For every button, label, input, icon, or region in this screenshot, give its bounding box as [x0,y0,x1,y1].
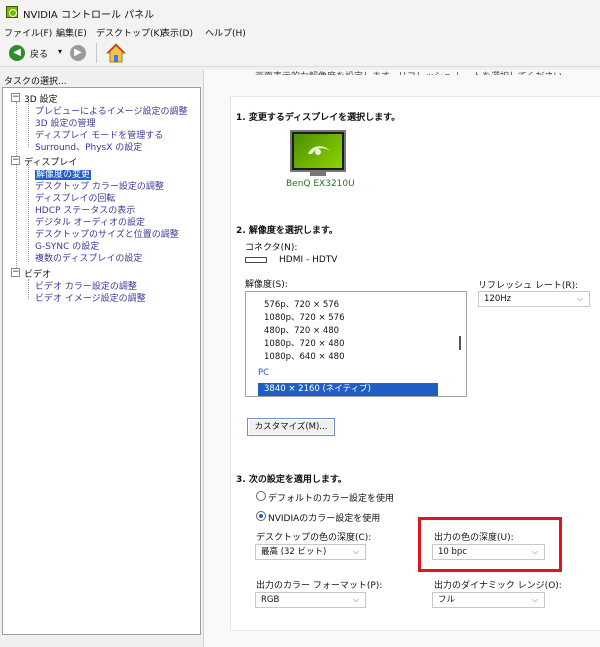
output-dynamic-range-value: フル [438,595,456,605]
tree-collapse-icon[interactable]: − [11,93,20,102]
back-history-dropdown-icon[interactable]: ▾ [58,47,62,56]
menu-edit[interactable]: 編集(E) [56,26,87,39]
desktop-color-depth-value: 最高 (32 ビット) [261,547,327,557]
menu-bar: ファイル(F) 編集(E) デスクトップ(K) 表示(D) ヘルプ(H) [0,24,600,40]
highlight-annotation-box [418,517,562,572]
resolution-option[interactable]: 1080p、640 × 480 [264,350,345,362]
section-3-title: 3. 次の設定を適用します。 [236,475,347,485]
home-icon[interactable] [105,42,127,64]
task-tree: − 3D 設定 プレビューによるイメージ設定の調整 3D 設定の管理 ディスプレ… [2,87,201,635]
task-select-heading: タスクの選択... [4,77,67,87]
resolution-option-selected[interactable]: 3840 × 2160 (ネイティブ) [258,383,438,396]
menu-view[interactable]: 表示(D) [161,26,193,39]
page-description: 画面表示的な解像度を設定します。リフレッシュ レートを選択してください [255,69,562,75]
resolution-list-scrollbar[interactable] [459,336,461,350]
output-dynamic-range-label: 出力のダイナミック レンジ(O): [434,581,562,591]
resolution-option[interactable]: 480p、720 × 480 [264,324,339,336]
radio-default-color[interactable] [256,491,266,501]
tree-guide-line [28,102,29,147]
desktop-color-depth-dropdown[interactable]: 最高 (32 ビット) ⌵ [255,544,366,560]
nvidia-app-icon [6,6,18,18]
forward-arrow-icon[interactable]: ▶ [70,45,86,61]
tree-guide-line [16,102,17,272]
tree-guide-line [28,165,29,262]
monitor-name[interactable]: BenQ EX3210U [286,179,355,189]
tree-item-surround-physx[interactable]: Surround、PhysX の設定 [35,140,142,153]
tree-collapse-icon[interactable]: − [11,156,20,165]
refresh-rate-dropdown[interactable]: 120Hz ⌵ [478,291,590,307]
radio-nvidia-color[interactable] [256,511,266,521]
radio-default-color-label[interactable]: デフォルトのカラー設定を使用 [268,491,394,504]
customize-button[interactable]: カスタマイズ(M)... [247,418,335,436]
menu-desktop[interactable]: デスクトップ(K) [96,26,163,39]
output-color-format-value: RGB [261,595,280,605]
resolution-option[interactable]: 1080p、720 × 576 [264,311,345,323]
nvidia-logo-icon [294,134,342,168]
output-color-format-dropdown[interactable]: RGB ⌵ [255,592,366,608]
resolution-option[interactable]: 576p、720 × 576 [264,298,339,310]
menu-file[interactable]: ファイル(F) [4,26,52,39]
tree-item-video-image[interactable]: ビデオ イメージ設定の調整 [35,291,146,304]
output-color-format-label: 出力のカラー フォーマット(P): [256,581,383,591]
window-title: NVIDIA コントロール パネル [23,10,155,21]
chevron-down-icon: ⌵ [352,595,359,604]
chevron-down-icon: ⌵ [352,547,359,556]
radio-nvidia-color-label[interactable]: NVIDIAのカラー設定を使用 [268,511,380,524]
connector-label: コネクタ(N): [245,243,298,253]
section-2-title: 2. 解像度を選択します。 [236,226,338,236]
toolbar [0,40,600,67]
refresh-rate-value: 120Hz [484,294,512,304]
tree-guide-line [28,279,29,299]
back-button-label[interactable]: 戻る [30,47,48,60]
chevron-down-icon: ⌵ [576,294,583,303]
resolution-option[interactable]: 1080p、720 × 480 [264,337,345,349]
back-arrow-icon[interactable]: ◀ [9,45,25,61]
resolution-group-pc: PC [258,368,270,378]
desktop-color-depth-label: デスクトップの色の深度(C): [256,533,372,543]
connector-value: HDMI - HDTV [279,255,338,265]
chevron-down-icon: ⌵ [531,595,538,604]
output-dynamic-range-dropdown[interactable]: フル ⌵ [432,592,545,608]
resolution-list[interactable]: 576p、720 × 576 1080p、720 × 576 480p、720 … [245,291,467,397]
tree-collapse-icon[interactable]: − [11,268,20,277]
monitor-stand [310,172,326,176]
tree-item-multiple-displays[interactable]: 複数のディスプレイの設定 [35,251,142,264]
resolution-label: 解像度(S): [245,280,288,290]
refresh-rate-label: リフレッシュ レート(R): [478,281,579,291]
hdmi-connector-icon [245,257,267,263]
section-1-title: 1. 変更するディスプレイを選択します。 [236,113,401,123]
toolbar-separator [96,43,97,63]
menu-help[interactable]: ヘルプ(H) [205,26,246,39]
